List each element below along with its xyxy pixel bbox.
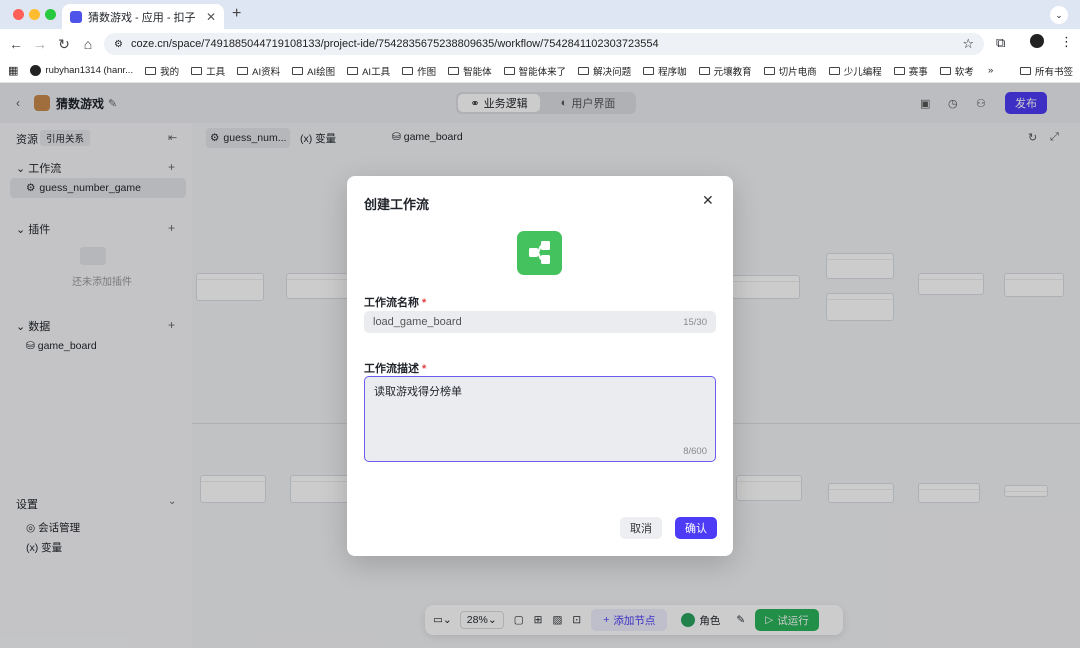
folder-icon — [191, 66, 203, 75]
folder-icon — [578, 66, 590, 75]
folder-icon — [347, 66, 359, 75]
folder-icon — [145, 66, 157, 75]
bookmark-item[interactable]: 解决问题 — [578, 64, 631, 78]
bookmark-item[interactable]: 软考 — [939, 64, 974, 78]
description-label: 工作流描述 * — [364, 363, 427, 375]
folder-icon — [698, 66, 710, 75]
folder-icon — [402, 66, 414, 75]
bookmark-item[interactable]: 作图 — [402, 64, 436, 78]
dialog-title: 创建工作流 — [364, 197, 430, 212]
extensions-icon[interactable]: ⧉ — [996, 35, 1005, 51]
github-icon — [30, 65, 42, 76]
tab-search-chevron-icon[interactable]: ⌄ — [1050, 6, 1068, 24]
folder-icon — [503, 66, 515, 75]
folder-icon — [939, 66, 951, 75]
browser-tab-title: 猜数游戏 - 应用 - 扣子 — [88, 11, 196, 24]
bookmark-item[interactable]: 赛事 — [893, 64, 928, 78]
close-icon[interactable]: ✕ — [702, 192, 714, 209]
folder-icon — [763, 66, 775, 75]
window-zoom-button[interactable] — [45, 9, 56, 20]
bookmark-item[interactable]: rubyhan1314 (hanr... — [30, 65, 133, 76]
bookmark-item[interactable]: 少儿编程 — [828, 64, 882, 78]
url-field[interactable]: ⚙ coze.cn/space/7491885044719108133/proj… — [104, 33, 984, 55]
bookmark-item[interactable]: 切片电商 — [763, 64, 817, 78]
url-text: coze.cn/space/7491885044719108133/projec… — [130, 38, 659, 50]
folder-icon — [1020, 66, 1031, 75]
folder-icon — [237, 66, 249, 75]
bookmark-item[interactable]: 程序咖 — [643, 64, 687, 78]
tab-close-icon[interactable]: ✕ — [206, 10, 216, 24]
workflow-glyph-icon — [529, 241, 550, 264]
workflow-name-input[interactable]: load_game_board 15/30 — [364, 311, 716, 333]
bookmarks-bar: ▦ rubyhan1314 (hanr... 我的 工具 AI资料 AI绘图 A… — [0, 59, 1080, 83]
home-icon[interactable]: ⌂ — [76, 36, 100, 52]
bookmark-item[interactable]: 我的 — [145, 64, 179, 78]
site-info-icon[interactable]: ⚙ — [114, 39, 123, 50]
folder-icon — [448, 66, 460, 75]
bookmark-item[interactable]: AI工具 — [347, 64, 390, 78]
name-label: 工作流名称 * — [364, 297, 427, 309]
cancel-button[interactable]: 取消 — [620, 517, 662, 539]
more-bookmarks-button[interactable]: » — [988, 65, 993, 76]
browser-tab[interactable]: 猜数游戏 - 应用 - 扣子 ✕ — [62, 4, 224, 29]
back-icon[interactable]: ← — [4, 36, 28, 52]
folder-icon — [643, 66, 655, 75]
bookmark-item[interactable]: 智能体 — [448, 64, 492, 78]
workflow-description-textarea[interactable]: 读取游戏得分榜单 8/600 — [364, 376, 716, 462]
forward-icon[interactable]: → — [28, 36, 52, 52]
address-bar-row: ← → ↻ ⌂ ⚙ coze.cn/space/7491885044719108… — [0, 29, 1080, 59]
bookmark-star-icon[interactable]: ☆ — [962, 36, 974, 52]
name-char-count: 15/30 — [683, 316, 707, 328]
folder-icon — [292, 66, 304, 75]
window-minimize-button[interactable] — [29, 9, 40, 20]
coze-favicon-icon — [70, 10, 82, 23]
description-char-count: 8/600 — [683, 446, 707, 457]
all-bookmarks-button[interactable]: 所有书签 — [1020, 64, 1073, 78]
browser-tab-strip: 猜数游戏 - 应用 - 扣子 ✕ + ⌄ — [0, 0, 1080, 29]
create-workflow-dialog: 创建工作流 ✕ 工作流名称 * load_game_board 15/30 工作流… — [347, 176, 733, 556]
bookmark-item[interactable]: 工具 — [191, 64, 225, 78]
folder-icon — [828, 66, 840, 75]
new-tab-button[interactable]: + — [232, 5, 241, 23]
reload-icon[interactable]: ↻ — [52, 36, 76, 53]
bookmark-item[interactable]: AI资料 — [237, 64, 280, 78]
window-close-button[interactable] — [13, 9, 24, 20]
folder-icon — [893, 66, 905, 75]
apps-grid-icon[interactable]: ▦ — [8, 64, 18, 77]
bookmark-item[interactable]: 元壤教育 — [698, 64, 752, 78]
bookmark-item[interactable]: AI绘图 — [292, 64, 335, 78]
bookmark-item[interactable]: 智能体来了 — [503, 64, 566, 78]
workflow-icon — [517, 231, 562, 275]
profile-avatar[interactable] — [1030, 34, 1044, 48]
browser-menu-icon[interactable]: ⋮ — [1060, 34, 1073, 50]
confirm-button[interactable]: 确认 — [675, 517, 717, 539]
